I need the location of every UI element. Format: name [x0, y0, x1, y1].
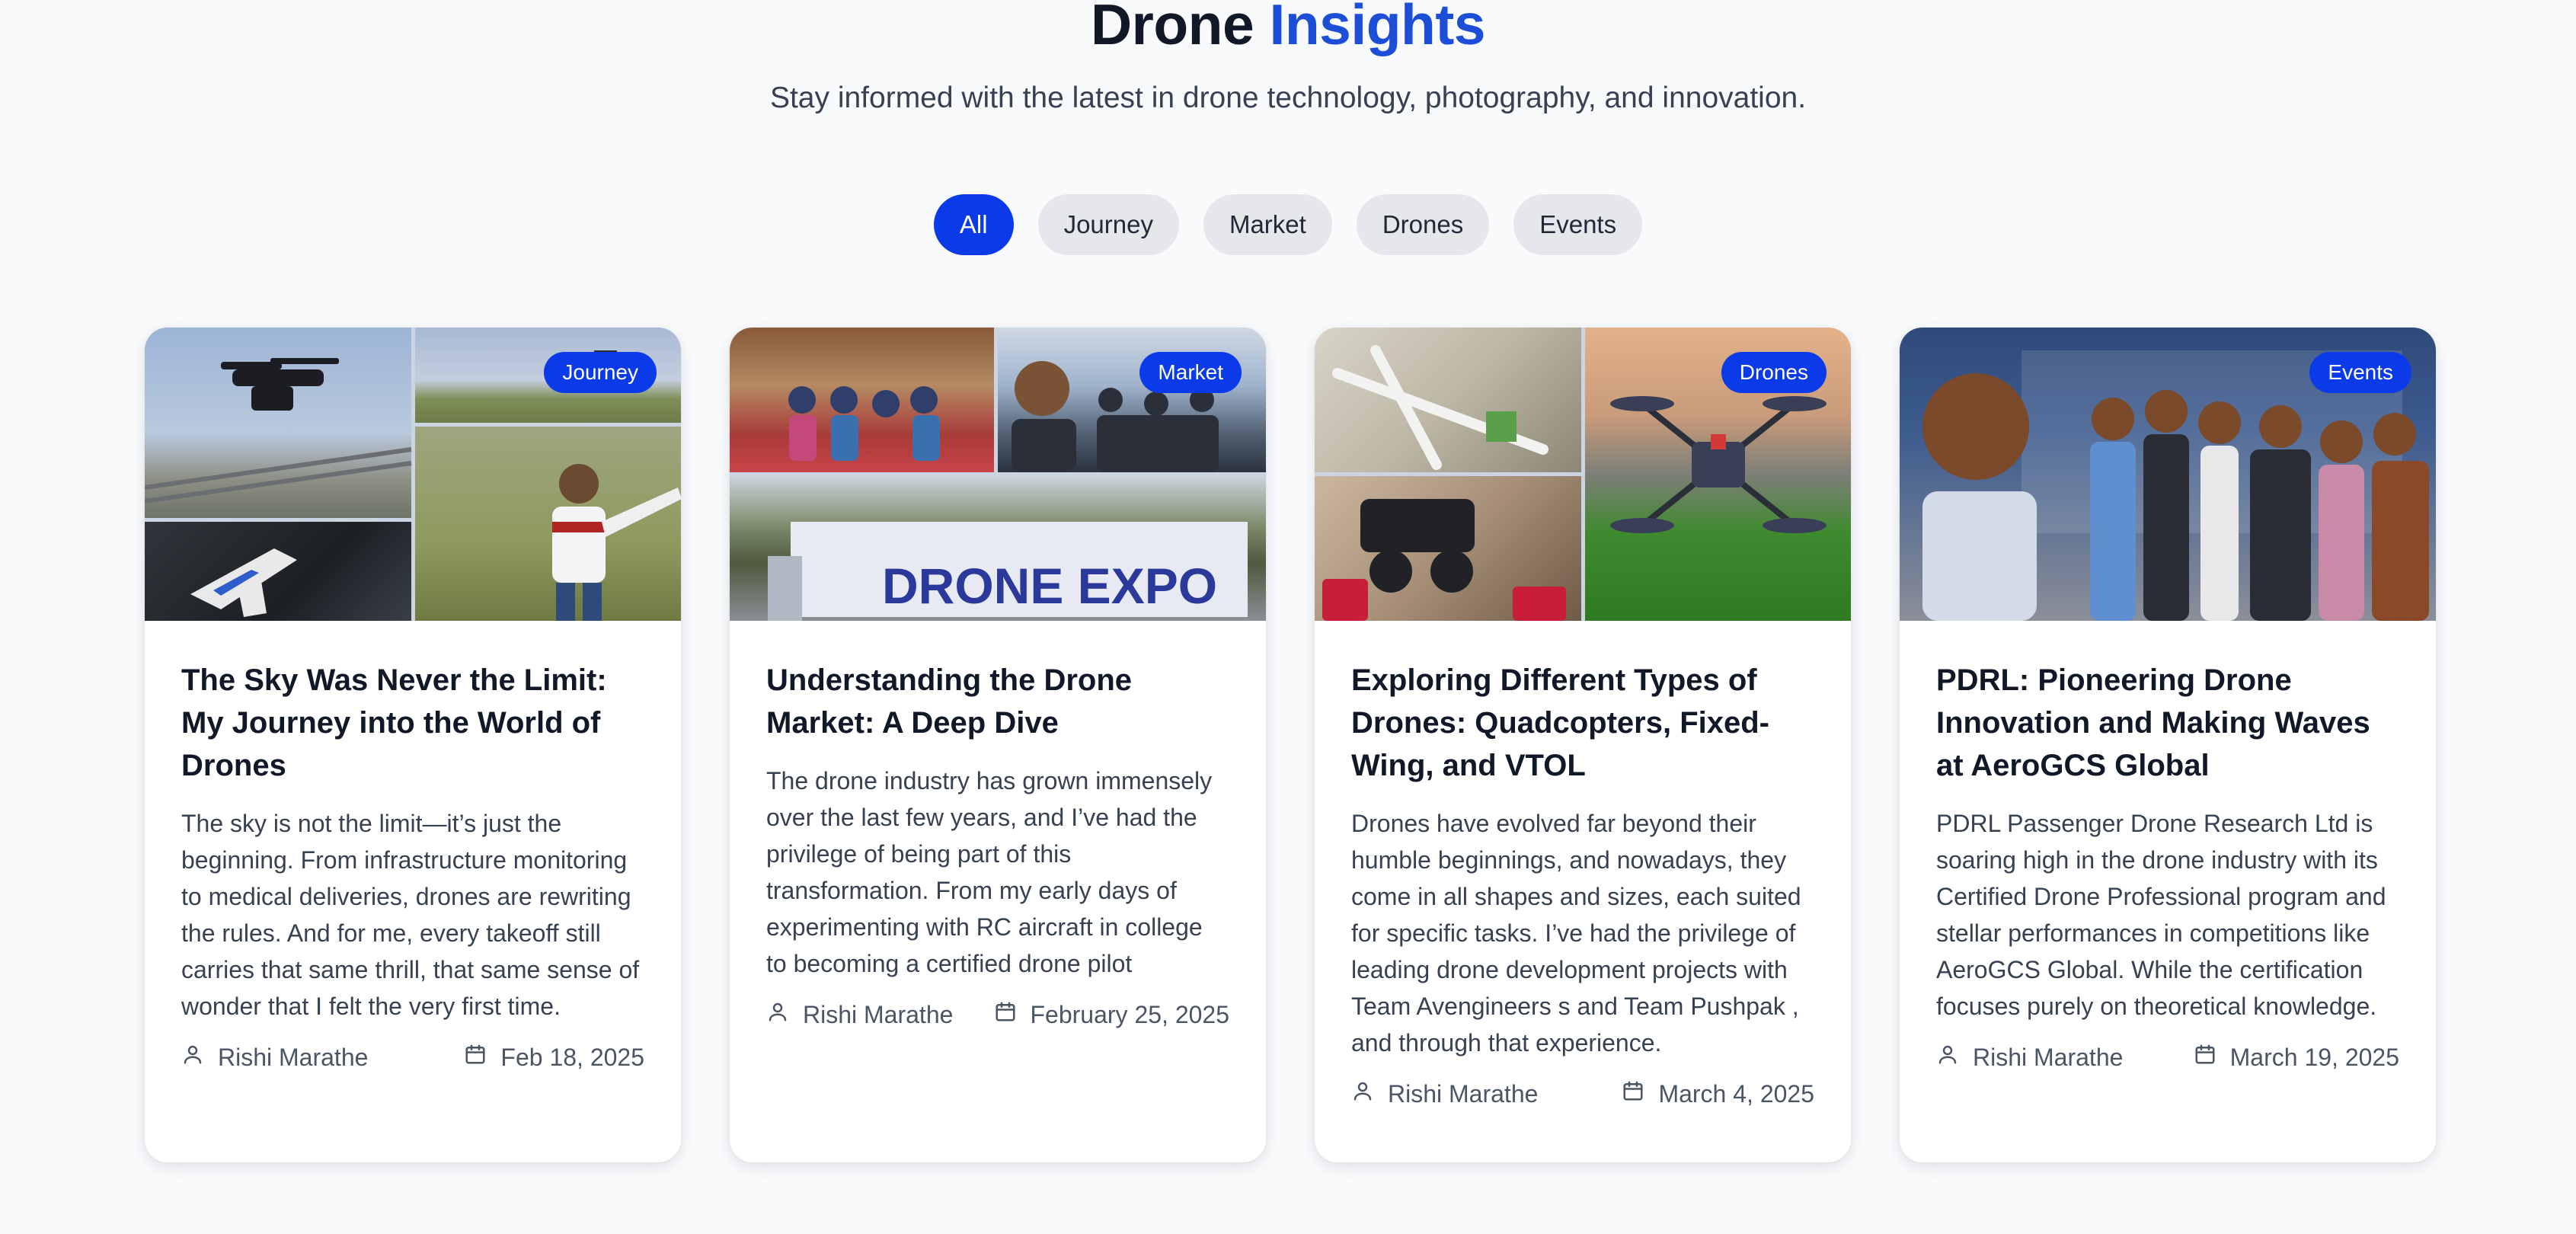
user-icon — [181, 1043, 204, 1072]
post-date: Feb 18, 2025 — [464, 1043, 644, 1072]
post-meta: Rishi Marathe Feb 18, 2025 — [181, 1043, 644, 1072]
post-image-collage: Drones — [1315, 328, 1851, 621]
filter-drones[interactable]: Drones — [1356, 194, 1490, 255]
page-title: Drone Insights — [0, 0, 2576, 55]
post-meta: Rishi Marathe March 4, 2025 — [1351, 1079, 1814, 1108]
category-badge: Journey — [544, 352, 657, 393]
post-excerpt: The sky is not the limit—it’s just the b… — [181, 810, 640, 1020]
expo-sign-text: DRONE EXPO — [882, 558, 1217, 614]
post-card[interactable]: Events PDRL: Pioneering Drone Innovation… — [1900, 328, 2436, 1162]
category-badge: Events — [2309, 352, 2411, 393]
date-text: Feb 18, 2025 — [500, 1043, 644, 1071]
user-icon — [1936, 1043, 1959, 1072]
page-title-main: Drone — [1090, 0, 1254, 56]
post-date: March 19, 2025 — [2194, 1043, 2399, 1072]
user-icon — [766, 1000, 789, 1029]
calendar-icon — [994, 1000, 1017, 1029]
post-author: Rishi Marathe — [1936, 1043, 2123, 1072]
post-author: Rishi Marathe — [181, 1043, 368, 1072]
post-card[interactable]: Journey The Sky Was Never the Limit: My … — [145, 328, 681, 1162]
page-subtitle: Stay informed with the latest in drone t… — [769, 82, 1807, 114]
user-icon — [1351, 1079, 1374, 1108]
post-image-collage: Events — [1900, 328, 2436, 621]
author-name: Rishi Marathe — [218, 1043, 369, 1071]
post-grid: Journey The Sky Was Never the Limit: My … — [145, 328, 2436, 1162]
filter-events[interactable]: Events — [1513, 194, 1643, 255]
date-text: March 4, 2025 — [1658, 1079, 1814, 1108]
filter-all[interactable]: All — [933, 194, 1014, 255]
post-image-collage: DRONE EXPO Market — [730, 328, 1266, 621]
filter-market[interactable]: Market — [1203, 194, 1332, 255]
post-excerpt: The drone industry has grown immensely o… — [766, 767, 1213, 977]
post-excerpt: PDRL Passenger Drone Research Ltd is soa… — [1936, 810, 2386, 1020]
post-card[interactable]: DRONE EXPO Market Understanding the Dron… — [730, 328, 1266, 1162]
post-card[interactable]: Drones Exploring Different Types of Dron… — [1315, 328, 1851, 1162]
post-title[interactable]: The Sky Was Never the Limit: My Journey … — [181, 659, 644, 787]
post-title[interactable]: Exploring Different Types of Drones: Qua… — [1351, 659, 1814, 787]
post-title[interactable]: Understanding the Drone Market: A Deep D… — [766, 659, 1229, 744]
post-meta: Rishi Marathe February 25, 2025 — [766, 1000, 1229, 1029]
category-filter-bar: All Journey Market Drones Events — [0, 194, 2576, 255]
post-author: Rishi Marathe — [1351, 1079, 1538, 1108]
category-badge: Drones — [1721, 352, 1827, 393]
post-meta: Rishi Marathe March 19, 2025 — [1936, 1043, 2399, 1072]
author-name: Rishi Marathe — [803, 1000, 954, 1028]
page-title-accent: Insights — [1269, 0, 1486, 56]
filter-journey[interactable]: Journey — [1037, 194, 1179, 255]
calendar-icon — [2194, 1043, 2216, 1072]
calendar-icon — [464, 1043, 487, 1072]
post-date: February 25, 2025 — [994, 1000, 1230, 1029]
post-image-collage: Journey — [145, 328, 681, 621]
category-badge: Market — [1139, 352, 1242, 393]
post-date: March 4, 2025 — [1622, 1079, 1814, 1108]
post-title[interactable]: PDRL: Pioneering Drone Innovation and Ma… — [1936, 659, 2399, 787]
post-author: Rishi Marathe — [766, 1000, 953, 1029]
date-text: March 19, 2025 — [2229, 1043, 2399, 1071]
calendar-icon — [1622, 1079, 1644, 1108]
post-excerpt: Drones have evolved far beyond their hum… — [1351, 810, 1801, 1057]
author-name: Rishi Marathe — [1973, 1043, 2124, 1071]
author-name: Rishi Marathe — [1388, 1079, 1539, 1108]
date-text: February 25, 2025 — [1030, 1000, 1230, 1028]
